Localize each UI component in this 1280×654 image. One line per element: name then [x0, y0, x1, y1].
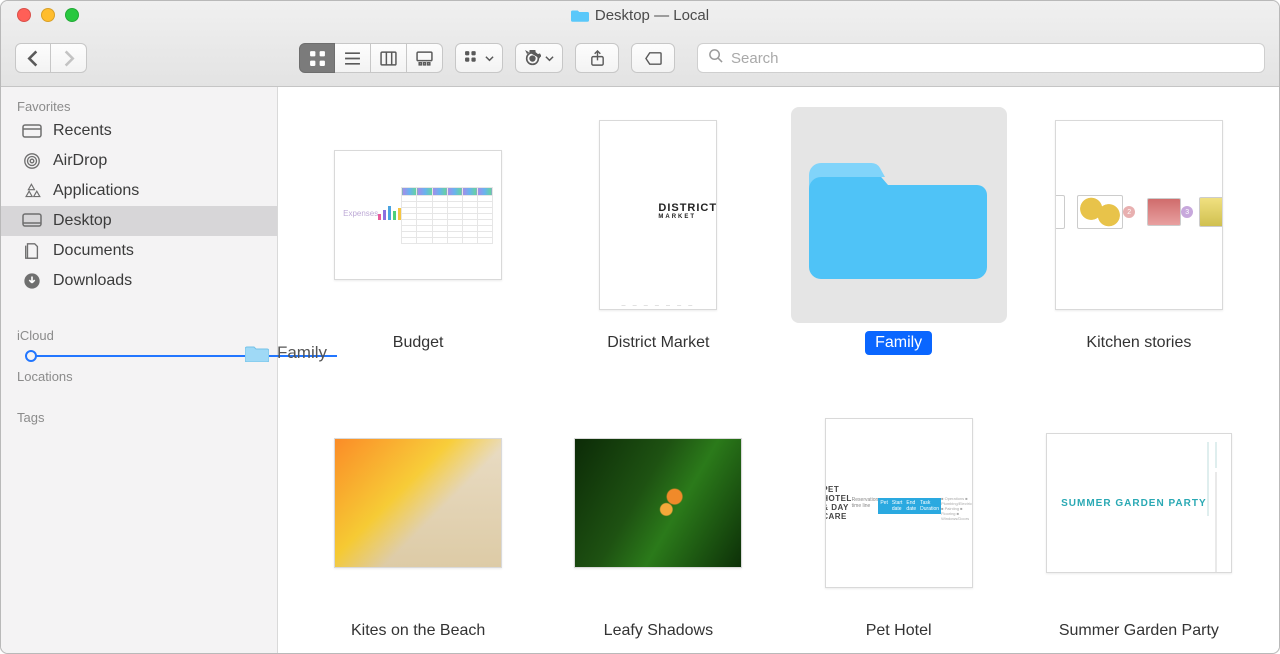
file-thumbnail — [334, 438, 502, 568]
folder-item-family[interactable]: Family — [779, 107, 1019, 355]
content-area[interactable]: Expenses Budget DISTR — [278, 87, 1279, 653]
sidebar-item-label: Applications — [53, 182, 139, 200]
forward-button[interactable] — [51, 43, 87, 73]
nav-group — [15, 43, 87, 73]
sidebar-section-tags[interactable]: Tags — [1, 404, 277, 427]
file-item-pet-hotel[interactable]: PET HOTEL & DAY CARE Reservation time li… — [779, 395, 1019, 643]
sidebar-item-recents[interactable]: Recents — [1, 116, 277, 146]
sidebar-item-label: Desktop — [53, 212, 112, 230]
airdrop-icon — [21, 151, 43, 171]
minimize-window-button[interactable] — [41, 8, 55, 22]
file-item-summer-garden-party[interactable]: SUMMER GARDEN PARTY — [1019, 395, 1259, 643]
search-input[interactable] — [731, 50, 1254, 67]
sidebar-item-documents[interactable]: Documents — [1, 236, 277, 266]
window-body: Favorites Recents AirDrop Applications — [1, 87, 1279, 653]
folder-icon — [809, 143, 989, 288]
action-menu-button[interactable] — [515, 43, 563, 73]
sidebar-item-downloads[interactable]: Downloads — [1, 266, 277, 296]
sidebar-section-icloud[interactable]: iCloud — [1, 322, 277, 345]
column-view-button[interactable] — [371, 43, 407, 73]
file-label[interactable]: Summer Garden Party — [1049, 619, 1229, 643]
sidebar-section-favorites: Favorites — [1, 93, 277, 116]
share-button[interactable] — [575, 43, 619, 73]
chevron-down-icon — [485, 50, 494, 66]
sidebar-section-locations[interactable]: Locations — [1, 363, 277, 386]
sidebar-item-airdrop[interactable]: AirDrop — [1, 146, 277, 176]
folder-icon — [571, 8, 589, 22]
search-icon — [708, 48, 723, 68]
file-label[interactable]: Leafy Shadows — [594, 619, 723, 643]
file-label[interactable]: Budget — [383, 331, 454, 355]
file-thumbnail — [574, 438, 742, 568]
file-thumbnail: DISTRICTMARKET — — — — — — — — [599, 120, 717, 310]
downloads-icon — [21, 271, 43, 291]
file-label[interactable]: Kites on the Beach — [341, 619, 495, 643]
documents-icon — [21, 241, 43, 261]
applications-icon — [21, 181, 43, 201]
file-label[interactable]: Family — [865, 331, 932, 355]
sidebar-item-label: Recents — [53, 122, 112, 140]
icon-view-button[interactable] — [299, 43, 335, 73]
sidebar-item-label: AirDrop — [53, 152, 107, 170]
titlebar: Desktop — Local — [1, 1, 1279, 87]
view-mode-group — [299, 43, 443, 73]
icon-grid: Expenses Budget DISTR — [278, 87, 1279, 653]
file-thumbnail: PET HOTEL & DAY CARE Reservation time li… — [825, 418, 973, 588]
file-item-kitchen-stories[interactable]: In the Market 1 2 3 4 Kitchen stories — [1019, 107, 1259, 355]
sidebar-item-desktop[interactable]: Desktop — [1, 206, 277, 236]
sidebar-item-applications[interactable]: Applications — [1, 176, 277, 206]
window-title: Desktop — Local — [1, 7, 1279, 24]
file-label[interactable]: Kitchen stories — [1076, 331, 1201, 355]
finder-window: Desktop — Local — [0, 0, 1280, 654]
chevron-down-icon — [545, 50, 554, 66]
group-by-button[interactable] — [455, 43, 503, 73]
file-thumbnail: SUMMER GARDEN PARTY — [1046, 433, 1232, 573]
list-view-button[interactable] — [335, 43, 371, 73]
file-label[interactable]: Pet Hotel — [856, 619, 942, 643]
sidebar-item-label: Documents — [53, 242, 134, 260]
back-button[interactable] — [15, 43, 51, 73]
file-label[interactable]: District Market — [597, 331, 719, 355]
sidebar-item-label: Downloads — [53, 272, 132, 290]
title-row: Desktop — Local — [1, 1, 1279, 29]
file-item-leafy-shadows[interactable]: Leafy Shadows — [538, 395, 778, 643]
toolbar — [1, 29, 1279, 87]
window-controls — [1, 8, 79, 22]
file-thumbnail: Expenses — [334, 150, 502, 280]
file-item-budget[interactable]: Expenses Budget — [298, 107, 538, 355]
insertion-dot-icon — [25, 350, 37, 362]
recents-icon — [21, 121, 43, 141]
file-item-kites[interactable]: Kites on the Beach — [298, 395, 538, 643]
gallery-view-button[interactable] — [407, 43, 443, 73]
file-thumbnail: In the Market 1 2 3 4 — [1055, 120, 1223, 310]
fullscreen-window-button[interactable] — [65, 8, 79, 22]
edit-tags-button[interactable] — [631, 43, 675, 73]
search-field[interactable] — [697, 43, 1265, 73]
window-title-text: Desktop — Local — [595, 7, 709, 24]
close-window-button[interactable] — [17, 8, 31, 22]
file-item-district-market[interactable]: DISTRICTMARKET — — — — — — — District Ma… — [538, 107, 778, 355]
desktop-icon — [21, 211, 43, 231]
sidebar: Favorites Recents AirDrop Applications — [1, 87, 278, 653]
